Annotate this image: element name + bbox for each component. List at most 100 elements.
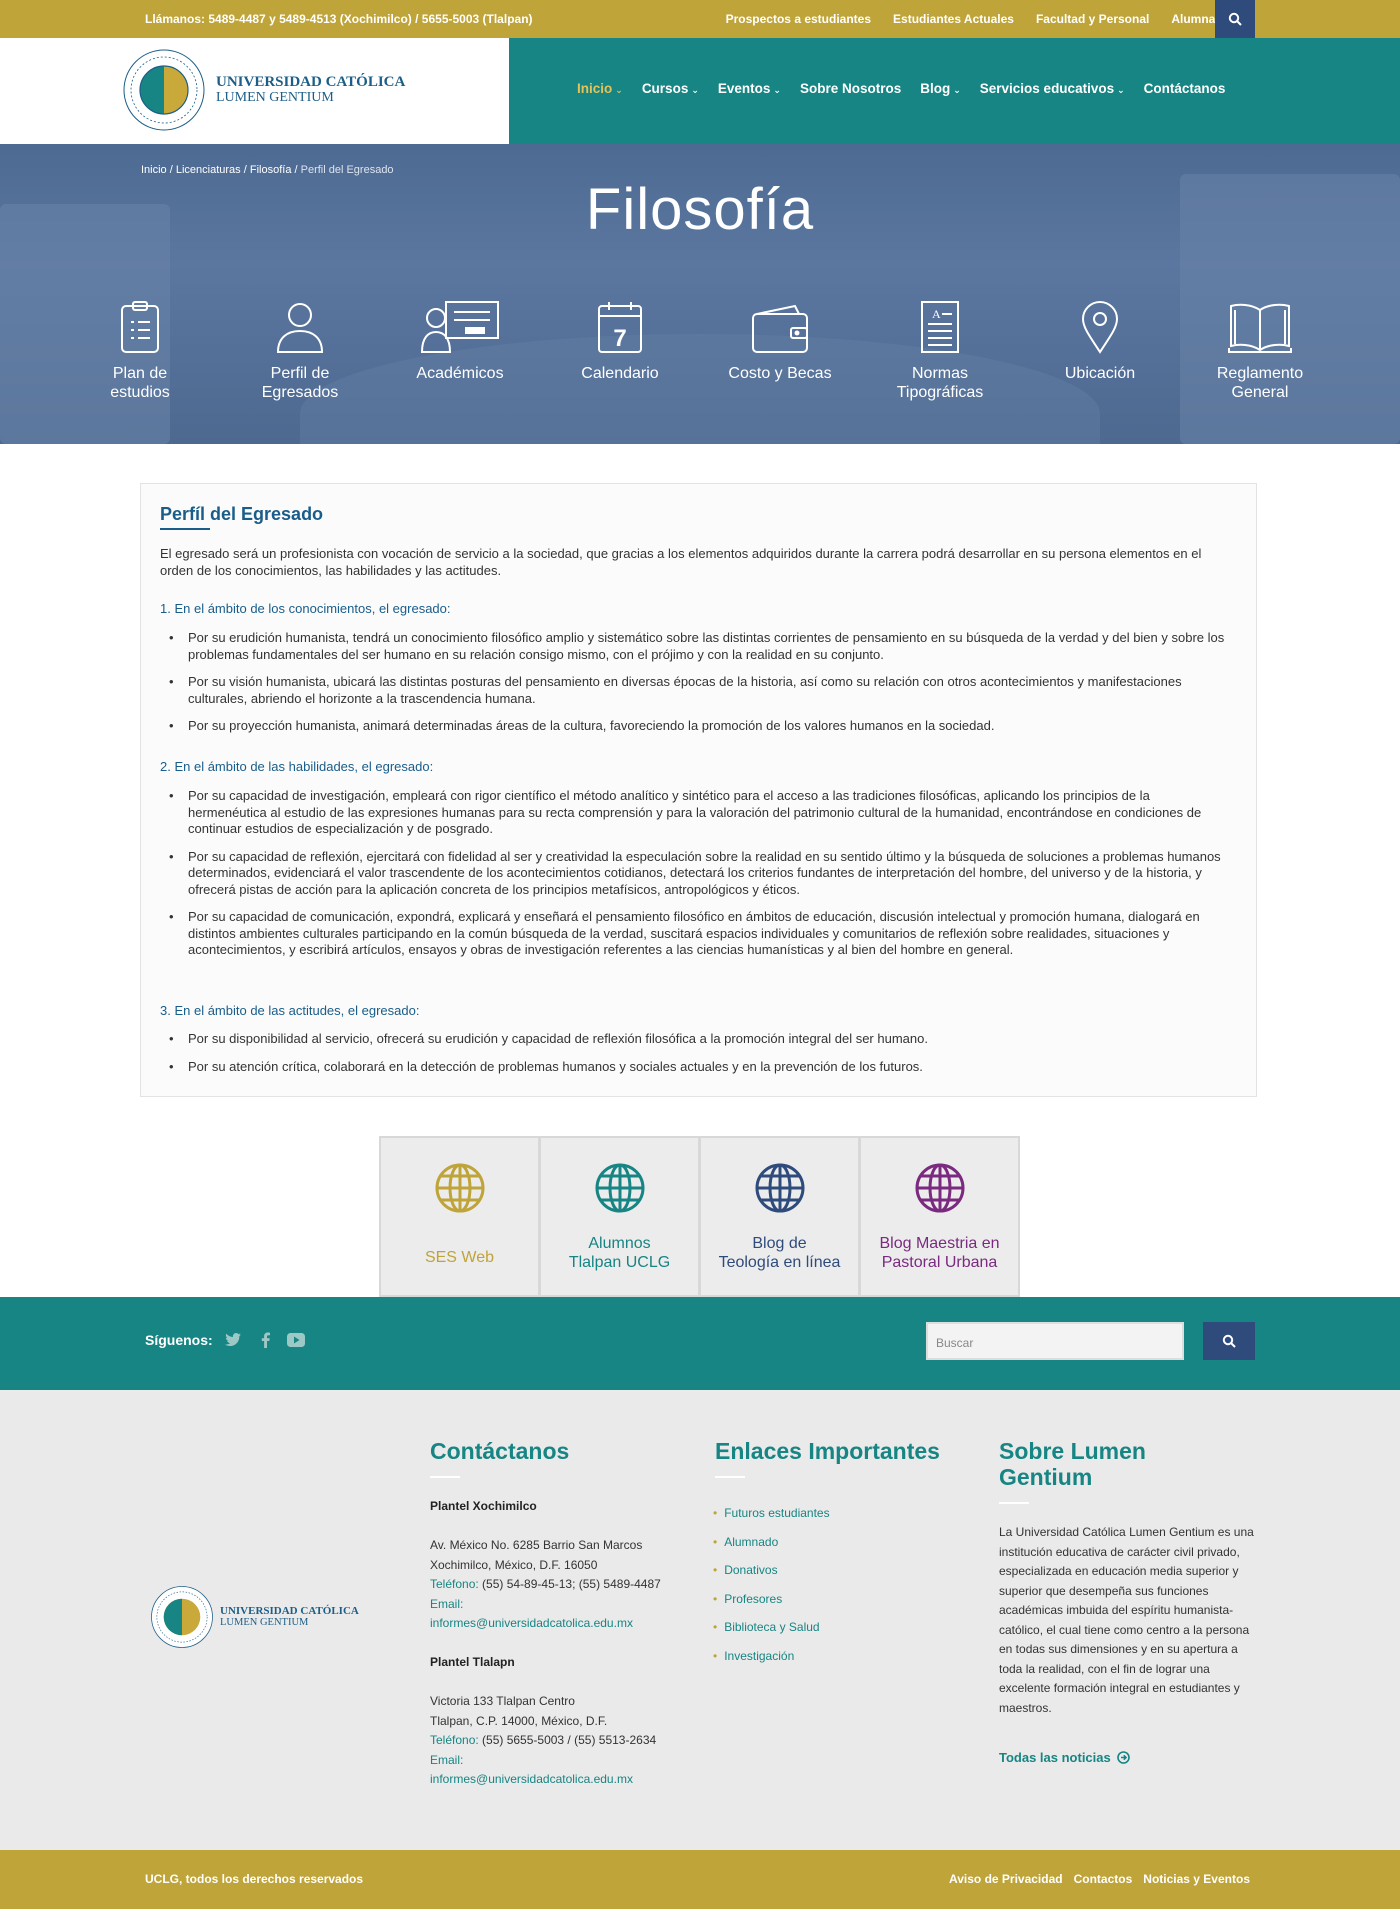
bottom-bar: UCLG, todos los derechos reservados Avis…: [0, 1850, 1400, 1909]
contact-details: Plantel Xochimilco Av. México No. 6285 B…: [430, 1497, 670, 1790]
logo-line2: LUMEN GENTIUM: [220, 1617, 309, 1629]
bottom-links: Aviso de Privacidad Contactos Noticias y…: [949, 1872, 1250, 1886]
footer-link-donativos[interactable]: Donativos: [713, 1556, 830, 1585]
nav-servicios[interactable]: Servicios educativos ⌄: [980, 81, 1125, 96]
hero-link-plan[interactable]: Plan de estudios: [65, 294, 215, 402]
hero-link-normas[interactable]: A Normas Tipográficas: [865, 294, 1015, 402]
phone-info: Llámanos: 5489-4487 y 5489-4513 (Xochimi…: [145, 12, 533, 26]
nav-cursos[interactable]: Cursos ⌄: [642, 81, 699, 96]
phone-label: Teléfono:: [430, 1733, 479, 1747]
follow-label: Síguenos:: [145, 1332, 213, 1348]
hero-label: Costo y Becas: [728, 365, 832, 382]
hero-link-calendario[interactable]: 7 Calendario: [545, 294, 695, 383]
footer-link-biblioteca[interactable]: Biblioteca y Salud: [713, 1613, 830, 1642]
bottom-link-noticias[interactable]: Noticias y Eventos: [1143, 1872, 1250, 1886]
list-item: Por su proyección humanista, animará det…: [169, 718, 1228, 735]
footer-search-input[interactable]: Buscar: [926, 1322, 1184, 1360]
tile-label-line1: Alumnos: [588, 1235, 651, 1252]
footer-link-alumnado[interactable]: Alumnado: [713, 1528, 830, 1557]
arrow-circle-right-icon: [1117, 1751, 1131, 1764]
footer-logo[interactable]: UNIVERSIDAD CATÓLICA LUMEN GENTIUM: [150, 1585, 359, 1649]
hero-link-reglamento[interactable]: Reglamento General: [1185, 294, 1335, 402]
tile-alumnos-tlalpan[interactable]: Alumnos Tlalpan UCLG: [539, 1136, 700, 1297]
address-line: Victoria 133 Tlalpan Centro: [430, 1694, 575, 1708]
all-news-link[interactable]: Todas las noticias: [999, 1750, 1131, 1765]
youtube-icon[interactable]: [287, 1333, 305, 1347]
address-line: Xochimilco, México, D.F. 16050: [430, 1557, 598, 1572]
social-bar: Síguenos: Buscar: [0, 1297, 1400, 1390]
top-link-estudiantes[interactable]: Estudiantes Actuales: [893, 12, 1014, 26]
footer-link-futuros[interactable]: Futuros estudiantes: [713, 1499, 829, 1528]
svg-text:7: 7: [613, 325, 626, 352]
globe-icon: [435, 1163, 485, 1213]
hero-link-costo[interactable]: Costo y Becas: [705, 294, 855, 383]
campus-name: Plantel Tlalapn: [430, 1655, 515, 1669]
list-item: Por su capacidad de investigación, emple…: [169, 788, 1228, 838]
footer-links-title: Enlaces Importantes: [715, 1438, 940, 1464]
teacher-board-icon: [420, 301, 499, 353]
hero-banner: Inicio / Licenciaturas / Filosofía / Per…: [0, 144, 1400, 444]
crumb-filosofia[interactable]: Filosofía: [250, 164, 292, 176]
address-line: Av. México No. 6285 Barrio San Marcos: [430, 1538, 643, 1552]
top-search-button[interactable]: [1215, 0, 1255, 38]
crumb-inicio[interactable]: Inicio: [141, 164, 167, 176]
logo-line1: UNIVERSIDAD CATÓLICA: [220, 1604, 359, 1617]
list-habilidades: Por su capacidad de investigación, emple…: [169, 788, 1228, 970]
svg-text:A: A: [932, 307, 941, 321]
hero-link-perfil[interactable]: Perfil de Egresados: [225, 294, 375, 402]
main-nav: Inicio ⌄ Cursos ⌄ Eventos ⌄ Sobre Nosotros …: [577, 81, 1225, 96]
book-icon: [1228, 303, 1292, 353]
section-heading-1: 1. En el ámbito de los conocimientos, el…: [160, 601, 451, 616]
footer-contact-title: Contáctanos: [430, 1438, 570, 1464]
twitter-icon[interactable]: [225, 1333, 241, 1347]
facebook-icon[interactable]: [261, 1332, 270, 1348]
page-title: Filosofía: [585, 177, 815, 242]
list-item: Por su atención crítica, colaborará en l…: [169, 1059, 1228, 1076]
about-title-line2: Gentium: [999, 1464, 1093, 1490]
about-text: La Universidad Católica Lumen Gentium es…: [999, 1525, 1254, 1715]
section-title: Perfíl del Egresado: [160, 504, 324, 524]
nav-blog[interactable]: Blog ⌄: [920, 81, 961, 96]
tile-label-line2: Pastoral Urbana: [881, 1254, 998, 1271]
bottom-link-privacidad[interactable]: Aviso de Privacidad: [949, 1872, 1063, 1886]
hero-link-academicos[interactable]: Académicos: [385, 294, 535, 383]
footer-links-list: Futuros estudiantes Alumnado Donativos P…: [713, 1499, 830, 1671]
tile-label-line2: Teología en línea: [718, 1254, 841, 1271]
main-nav-bar: Inicio ⌄ Cursos ⌄ Eventos ⌄ Sobre Nosotros …: [509, 38, 1400, 144]
calendar-icon: 7: [598, 302, 642, 353]
footer-link-investigacion[interactable]: Investigación: [713, 1642, 830, 1671]
tile-label-line2: Tlalpan UCLG: [568, 1254, 671, 1271]
section-heading-3: 3. En el ámbito de las actitudes, el egr…: [160, 1003, 420, 1018]
tile-blog-teologia[interactable]: Blog de Teología en línea: [699, 1136, 860, 1297]
bottom-link-contactos[interactable]: Contactos: [1074, 1872, 1133, 1886]
footer-about-title: Sobre Lumen Gentium: [999, 1438, 1146, 1490]
list-item: Por su erudición humanista, tendrá un co…: [169, 630, 1228, 663]
title-underline: [999, 1502, 1029, 1504]
hero-label-line2: General: [1231, 384, 1289, 401]
site-logo[interactable]: UNIVERSIDAD CATÓLICA LUMEN GENTIUM: [122, 48, 405, 132]
email-link[interactable]: informes@universidadcatolica.edu.mx: [430, 1614, 670, 1634]
footer-search-button[interactable]: [1203, 1322, 1255, 1360]
nav-eventos[interactable]: Eventos ⌄: [718, 81, 781, 96]
nav-contactanos[interactable]: Contáctanos: [1144, 81, 1226, 96]
tile-label: SES Web: [424, 1249, 495, 1266]
top-link-facultad[interactable]: Facultad y Personal: [1036, 12, 1149, 26]
about-title-line1: Sobre Lumen: [999, 1438, 1146, 1464]
nav-sobre-nosotros[interactable]: Sobre Nosotros: [800, 81, 901, 96]
crumb-licenciaturas[interactable]: Licenciaturas: [176, 164, 241, 176]
tile-ses-web[interactable]: SES Web: [379, 1136, 540, 1297]
footer: UNIVERSIDAD CATÓLICA LUMEN GENTIUM Contá…: [0, 1390, 1400, 1850]
top-bar: Llámanos: 5489-4487 y 5489-4513 (Xochimi…: [0, 0, 1400, 38]
tile-blog-pastoral[interactable]: Blog Maestria en Pastoral Urbana: [859, 1136, 1020, 1297]
tile-label-line1: Blog Maestria en: [879, 1235, 1000, 1252]
intro-paragraph: El egresado será un profesionista con vo…: [160, 546, 1202, 578]
footer-link-profesores[interactable]: Profesores: [713, 1585, 830, 1614]
hero-link-ubicacion[interactable]: Ubicación: [1025, 294, 1175, 383]
top-link-prospectos[interactable]: Prospectos a estudiantes: [726, 12, 871, 26]
email-link[interactable]: informes@universidadcatolica.edu.mx: [430, 1770, 670, 1790]
copyright: UCLG, todos los derechos reservados: [145, 1872, 364, 1886]
phone-number: (55) 5655-5003 / (55) 5513-2634: [478, 1733, 657, 1747]
section-heading-2: 2. En el ámbito de las habilidades, el e…: [160, 759, 434, 774]
nav-inicio[interactable]: Inicio ⌄: [577, 81, 623, 96]
hero-label-line1: Reglamento: [1216, 365, 1304, 382]
